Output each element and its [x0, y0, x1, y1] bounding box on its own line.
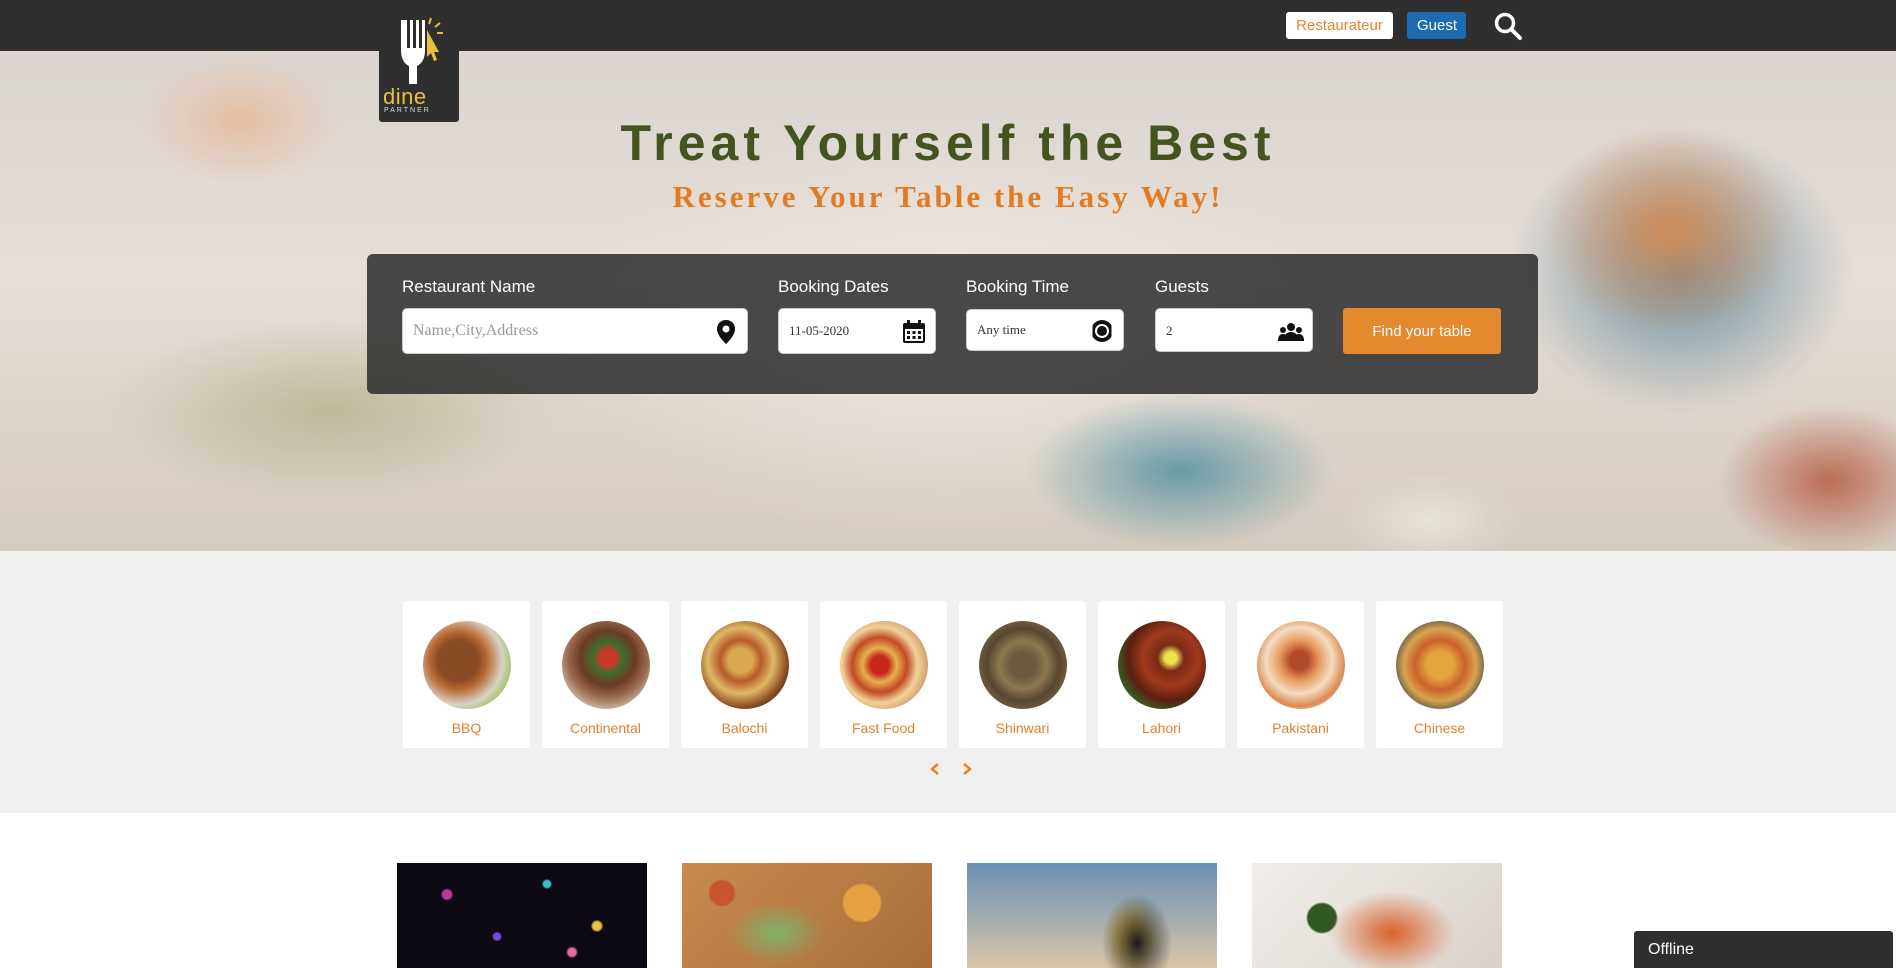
dine-partner-logo[interactable]: dine PARTNER	[379, 0, 459, 122]
pakistani-image	[1257, 621, 1345, 709]
hero-banner: Treat Yourself the Best Reserve Your Tab…	[0, 51, 1896, 551]
booking-time-select[interactable]: Any time	[966, 309, 1124, 351]
restaurant-name-placeholder: Name,City,Address	[413, 322, 539, 339]
chinese-image	[1396, 621, 1484, 709]
category-label: Balochi	[721, 720, 768, 736]
guests-label: Guests	[1155, 277, 1209, 296]
guest-button[interactable]: Guest	[1407, 12, 1466, 39]
category-card-pakistani[interactable]: Pakistani	[1237, 601, 1364, 748]
booking-time-value: Any time	[977, 322, 1026, 337]
category-card-continental[interactable]: Continental	[542, 601, 669, 748]
guests-input[interactable]: 2	[1155, 308, 1313, 352]
booking-date-value: 11-05-2020	[789, 323, 850, 338]
event-confetti-tile[interactable]	[397, 863, 647, 968]
category-card-chinese[interactable]: Chinese	[1376, 601, 1503, 748]
guests-value: 2	[1166, 323, 1173, 338]
category-label: Continental	[570, 720, 641, 736]
restaurant-name-input[interactable]: Name,City,Address	[402, 308, 748, 354]
lahori-image	[1118, 621, 1206, 709]
mobile-app-tile[interactable]	[967, 863, 1217, 968]
category-card-balochi[interactable]: Balochi	[681, 601, 808, 748]
search-icon[interactable]	[1493, 11, 1523, 41]
restaurateur-button[interactable]: Restaurateur	[1286, 12, 1393, 39]
find-table-button[interactable]: Find your table	[1343, 308, 1501, 354]
category-card-lahori[interactable]: Lahori	[1098, 601, 1225, 748]
category-label: Chinese	[1413, 720, 1466, 736]
category-card-shinwari[interactable]: Shinwari	[959, 601, 1086, 748]
fork-icon	[401, 17, 443, 84]
balochi-image	[701, 621, 789, 709]
hero-subtitle: Reserve Your Table the Easy Way!	[672, 179, 1224, 214]
brand-subtitle: PARTNER	[384, 107, 431, 114]
category-label: Shinwari	[995, 720, 1050, 736]
category-card-fast-food[interactable]: Fast Food	[820, 601, 947, 748]
group-users-icon	[1278, 323, 1304, 341]
top-navbar: Restaurateur Guest	[0, 0, 1896, 51]
plate-cutlery-icon	[1091, 320, 1113, 342]
chevron-right-icon[interactable]	[959, 761, 975, 777]
pasta-dish-tile[interactable]	[1252, 863, 1502, 968]
booking-search-panel: Restaurant Name Name,City,Address Bookin…	[367, 254, 1538, 394]
category-card-bbq[interactable]: BBQ	[403, 601, 530, 748]
category-label: Pakistani	[1272, 720, 1329, 736]
category-label: Lahori	[1142, 720, 1181, 736]
restaurant-name-label: Restaurant Name	[402, 277, 536, 296]
booking-date-input[interactable]: 11-05-2020	[778, 308, 936, 354]
chat-status-bar[interactable]: Offline	[1634, 931, 1893, 968]
fast-food-image	[840, 621, 928, 709]
shared-meal-tile[interactable]	[682, 863, 932, 968]
continental-image	[562, 621, 650, 709]
chevron-left-icon[interactable]	[927, 761, 943, 777]
category-label: BBQ	[451, 720, 482, 736]
shinwari-image	[979, 621, 1067, 709]
hero-title: Treat Yourself the Best	[620, 115, 1276, 171]
booking-dates-label: Booking Dates	[778, 277, 889, 296]
bbq-image	[423, 621, 511, 709]
category-label: Fast Food	[851, 720, 916, 736]
cuisine-categories-section: BBQ Continental Balochi Fast Food Shinwa…	[0, 551, 1896, 813]
map-pin-icon	[717, 320, 735, 344]
calendar-icon	[903, 320, 925, 343]
booking-time-label: Booking Time	[966, 277, 1069, 296]
